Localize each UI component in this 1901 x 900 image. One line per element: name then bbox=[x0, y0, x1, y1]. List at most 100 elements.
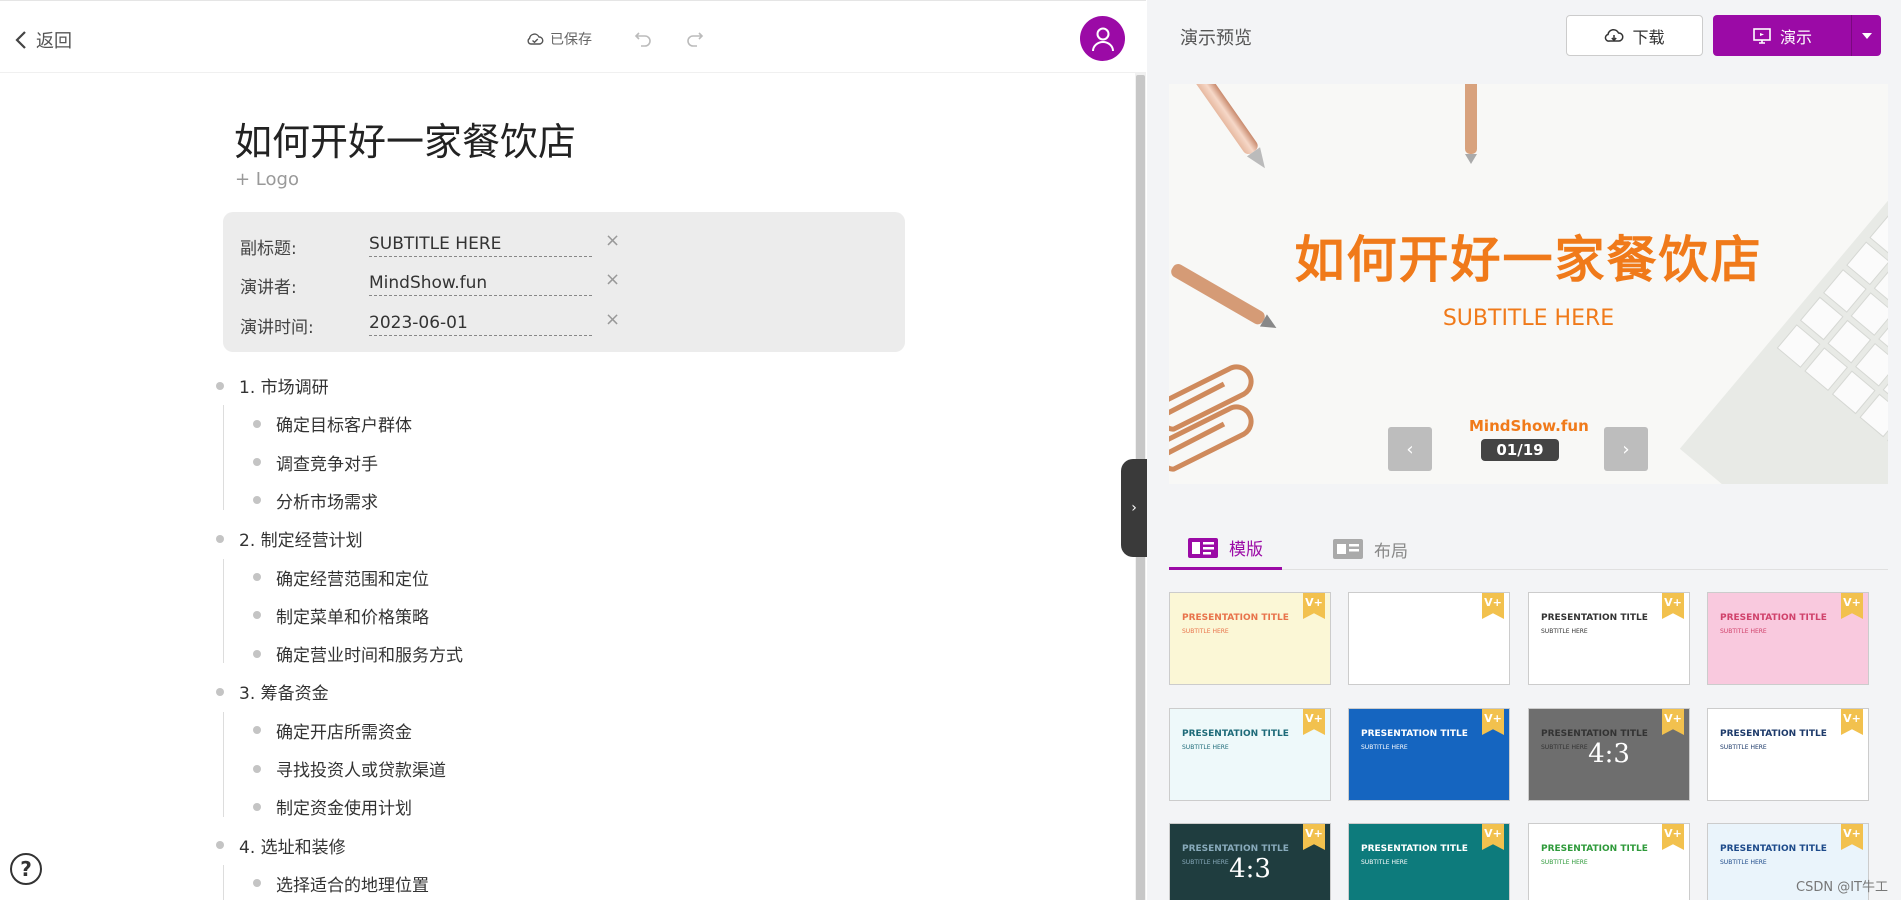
template-title-text: PRESENTATION TITLE bbox=[1541, 844, 1648, 854]
meta-label: 演讲时间: bbox=[240, 318, 314, 338]
outline-text[interactable]: 寻找投资人或贷款渠道 bbox=[276, 756, 446, 781]
subtitle-field[interactable]: SUBTITLE HERE bbox=[369, 234, 592, 257]
template-title: PRESENTATION TITLE SUBTITLE HERE bbox=[1361, 727, 1468, 755]
tab-layout[interactable]: 布局 bbox=[1332, 528, 1408, 570]
bullet-icon[interactable] bbox=[216, 381, 224, 390]
bullet-icon[interactable] bbox=[253, 458, 261, 467]
template-thumbnail[interactable]: PRESENTATION TITLE SUBTITLE HERE V+ bbox=[1707, 708, 1869, 801]
document-title[interactable]: 如何开好一家餐饮店 bbox=[234, 111, 576, 166]
outline-item[interactable]: 确定目标客户群体 bbox=[253, 411, 412, 436]
layout-icon bbox=[1333, 539, 1363, 559]
vip-badge-icon: V+ bbox=[1841, 593, 1863, 619]
outline-text[interactable]: 2. 制定经营计划 bbox=[239, 526, 363, 551]
bullet-icon[interactable] bbox=[253, 879, 261, 888]
bullet-icon[interactable] bbox=[253, 611, 261, 620]
outline-text[interactable]: 制定资金使用计划 bbox=[276, 794, 412, 819]
template-subtitle: SUBTITLE HERE bbox=[1361, 744, 1408, 751]
present-options-button[interactable] bbox=[1851, 15, 1881, 56]
outline-item[interactable]: 选择适合的地理位置 bbox=[253, 871, 429, 896]
outline-item[interactable]: 分析市场需求 bbox=[253, 488, 378, 513]
outline-item[interactable]: 确定开店所需资金 bbox=[253, 718, 412, 743]
template-title: PRESENTATION TITLE SUBTITLE HERE bbox=[1361, 842, 1468, 870]
bullet-icon[interactable] bbox=[253, 419, 261, 428]
redo-icon[interactable] bbox=[684, 27, 706, 49]
outline-text[interactable]: 分析市场需求 bbox=[276, 488, 378, 513]
outline-item[interactable]: 调查竞争对手 bbox=[253, 450, 378, 475]
clear-icon[interactable]: × bbox=[605, 230, 620, 251]
app-root: 返回 已保存 如何开好一家餐饮店 + Logo 副标题: SUBTITLE HE… bbox=[0, 0, 1901, 900]
outline-section[interactable]: 4. 选址和装修 bbox=[216, 833, 346, 858]
date-field[interactable]: 2023-06-01 bbox=[369, 313, 592, 336]
template-thumbnail[interactable]: PRESENTATION TITLE SUBTITLE HERE V+ bbox=[1707, 592, 1869, 685]
clear-icon[interactable]: × bbox=[605, 309, 620, 330]
template-title-text: PRESENTATION TITLE bbox=[1720, 613, 1827, 623]
outline-section[interactable]: 3. 筹备资金 bbox=[216, 679, 329, 704]
slide-preview[interactable]: 如何开好一家餐饮店 SUBTITLE HERE MindShow.fun ‹ 0… bbox=[1169, 84, 1888, 484]
template-thumbnail[interactable]: PRESENTATION TITLE SUBTITLE HERE 4:3 V+ bbox=[1528, 708, 1690, 801]
outline-text[interactable]: 确定经营范围和定位 bbox=[276, 565, 429, 590]
present-button[interactable]: 演示 bbox=[1713, 15, 1851, 56]
outline-text[interactable]: 选择适合的地理位置 bbox=[276, 871, 429, 896]
add-logo-button[interactable]: + Logo bbox=[235, 169, 299, 190]
user-avatar[interactable] bbox=[1080, 16, 1125, 61]
chevron-right-icon: › bbox=[1131, 500, 1137, 516]
bullet-icon[interactable] bbox=[253, 802, 261, 811]
outline-text[interactable]: 确定开店所需资金 bbox=[276, 718, 412, 743]
outline-item[interactable]: 制定资金使用计划 bbox=[253, 794, 412, 819]
preview-tabs: 模版 布局 bbox=[1169, 528, 1888, 570]
download-button[interactable]: 下载 bbox=[1566, 15, 1703, 56]
help-icon[interactable]: ? bbox=[10, 853, 42, 885]
bullet-icon[interactable] bbox=[253, 573, 261, 581]
template-thumbnail[interactable]: PRESENTATION TITLE SUBTITLE HERE V+ bbox=[1348, 708, 1510, 801]
template-thumbnail[interactable]: PRESENTATION TITLE SUBTITLE HERE V+ bbox=[1528, 592, 1690, 685]
outline-text[interactable]: 调查竞争对手 bbox=[276, 450, 378, 475]
outline-section[interactable]: 1. 市场调研 bbox=[216, 373, 329, 398]
template-title-text: PRESENTATION TITLE bbox=[1541, 729, 1648, 739]
template-thumbnail[interactable]: PRESENTATION TITLE SUBTITLE HERE V+ bbox=[1169, 592, 1331, 685]
template-thumbnail[interactable]: V+ bbox=[1348, 592, 1510, 685]
template-thumbnail[interactable]: PRESENTATION TITLE SUBTITLE HERE V+ bbox=[1169, 708, 1331, 801]
bullet-icon[interactable] bbox=[253, 649, 261, 658]
tab-templates[interactable]: 模版 bbox=[1169, 528, 1282, 570]
back-label: 返回 bbox=[36, 31, 72, 52]
outline-item[interactable]: 寻找投资人或贷款渠道 bbox=[253, 756, 446, 781]
outline-text[interactable]: 制定菜单和价格策略 bbox=[276, 603, 429, 628]
next-slide-button[interactable]: › bbox=[1604, 427, 1648, 471]
back-button[interactable]: 返回 bbox=[14, 27, 72, 53]
outline-text[interactable]: 4. 选址和装修 bbox=[239, 833, 346, 858]
outline-item[interactable]: 制定菜单和价格策略 bbox=[253, 603, 429, 628]
bullet-icon[interactable] bbox=[253, 764, 261, 773]
outline-text[interactable]: 1. 市场调研 bbox=[239, 373, 329, 398]
outline-text[interactable]: 确定营业时间和服务方式 bbox=[276, 641, 463, 666]
outline-section[interactable]: 2. 制定经营计划 bbox=[216, 526, 363, 551]
outline-text[interactable]: 确定目标客户群体 bbox=[276, 411, 412, 436]
vip-badge-icon: V+ bbox=[1662, 709, 1684, 735]
outline-item[interactable]: 确定营业时间和服务方式 bbox=[253, 641, 463, 666]
user-icon bbox=[1091, 27, 1114, 51]
tab-templates-label: 模版 bbox=[1229, 540, 1263, 560]
outline-item[interactable]: 确定经营范围和定位 bbox=[253, 565, 429, 590]
chevron-left-icon bbox=[15, 31, 26, 49]
clear-icon[interactable]: × bbox=[605, 269, 620, 290]
template-title: PRESENTATION TITLE SUBTITLE HERE bbox=[1541, 611, 1648, 639]
template-title-text: PRESENTATION TITLE bbox=[1720, 844, 1827, 854]
saved-label: 已保存 bbox=[550, 32, 592, 48]
outline-guide bbox=[223, 558, 224, 664]
template-title: PRESENTATION TITLE SUBTITLE HERE bbox=[1720, 727, 1827, 755]
bullet-icon[interactable] bbox=[216, 687, 224, 696]
bullet-icon[interactable] bbox=[216, 841, 224, 850]
bullet-icon[interactable] bbox=[253, 726, 261, 735]
watermark: CSDN @IT牛工 bbox=[1796, 880, 1888, 895]
collapse-handle[interactable]: › bbox=[1121, 459, 1147, 557]
template-thumbnail[interactable]: PRESENTATION TITLE SUBTITLE HERE V+ bbox=[1528, 823, 1690, 900]
previous-slide-button[interactable]: ‹ bbox=[1388, 427, 1432, 471]
bullet-icon[interactable] bbox=[216, 534, 224, 543]
outline-text[interactable]: 3. 筹备资金 bbox=[239, 679, 329, 704]
speaker-field[interactable]: MindShow.fun bbox=[369, 273, 592, 296]
bullet-icon[interactable] bbox=[253, 496, 261, 505]
undo-icon[interactable] bbox=[632, 27, 654, 49]
template-thumbnail[interactable]: PRESENTATION TITLE SUBTITLE HERE 4:3 V+ bbox=[1169, 823, 1331, 900]
save-status: 已保存 bbox=[526, 29, 592, 49]
template-thumbnail[interactable]: PRESENTATION TITLE SUBTITLE HERE V+ bbox=[1348, 823, 1510, 900]
template-title: PRESENTATION TITLE SUBTITLE HERE bbox=[1720, 842, 1827, 870]
